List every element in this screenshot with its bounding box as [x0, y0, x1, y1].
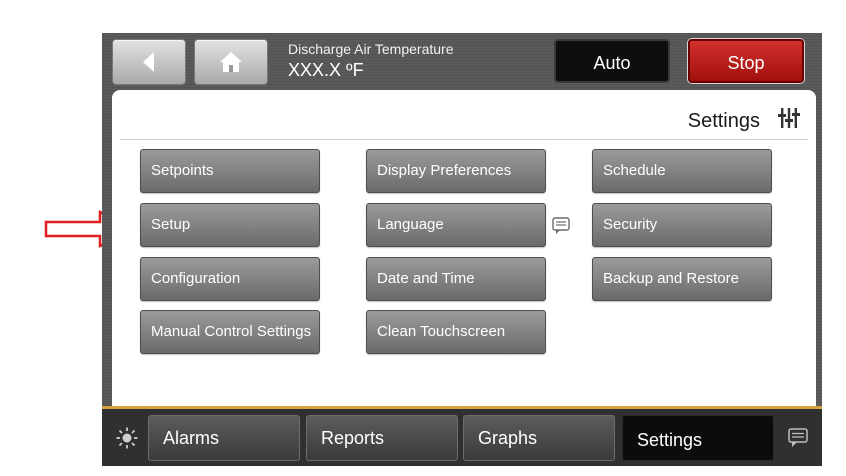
- tab-graphs[interactable]: Graphs: [463, 415, 615, 461]
- manual-control-settings-button[interactable]: Manual Control Settings: [140, 310, 320, 354]
- configuration-button[interactable]: Configuration: [140, 257, 320, 301]
- bottom-navigation: Alarms Reports Graphs Settings: [102, 406, 822, 466]
- messages-icon[interactable]: [788, 428, 808, 448]
- tab-reports[interactable]: Reports: [306, 415, 458, 461]
- settings-sliders-icon[interactable]: [778, 107, 800, 129]
- setup-button[interactable]: Setup: [140, 203, 320, 247]
- controller-screen: Discharge Air Temperature XXX.X ºF Auto …: [102, 33, 822, 466]
- tab-settings[interactable]: Settings: [622, 415, 774, 461]
- setpoints-button[interactable]: Setpoints: [140, 149, 320, 193]
- brightness-icon[interactable]: [116, 427, 138, 449]
- backup-and-restore-button[interactable]: Backup and Restore: [592, 257, 772, 301]
- home-button[interactable]: [194, 39, 268, 85]
- title-divider: [120, 139, 808, 140]
- tab-alarms[interactable]: Alarms: [148, 415, 300, 461]
- back-arrow-icon: [143, 52, 154, 72]
- temperature-value: XXX.X ºF: [288, 60, 364, 80]
- security-button[interactable]: Security: [592, 203, 772, 247]
- temperature-title: Discharge Air Temperature: [288, 41, 454, 57]
- back-button[interactable]: [112, 39, 186, 85]
- top-bar: Discharge Air Temperature XXX.X ºF Auto …: [102, 33, 822, 90]
- settings-panel: Settings Setpoints Setup Configuration M…: [112, 90, 816, 406]
- auto-button[interactable]: Auto: [554, 39, 670, 83]
- clean-touchscreen-button[interactable]: Clean Touchscreen: [366, 310, 546, 354]
- display-preferences-button[interactable]: Display Preferences: [366, 149, 546, 193]
- date-and-time-button[interactable]: Date and Time: [366, 257, 546, 301]
- language-button[interactable]: Language: [366, 203, 546, 247]
- page-title: Settings: [687, 110, 760, 132]
- schedule-button[interactable]: Schedule: [592, 149, 772, 193]
- stop-button[interactable]: Stop: [688, 39, 804, 83]
- comment-icon[interactable]: [552, 217, 570, 235]
- home-icon: [220, 52, 242, 72]
